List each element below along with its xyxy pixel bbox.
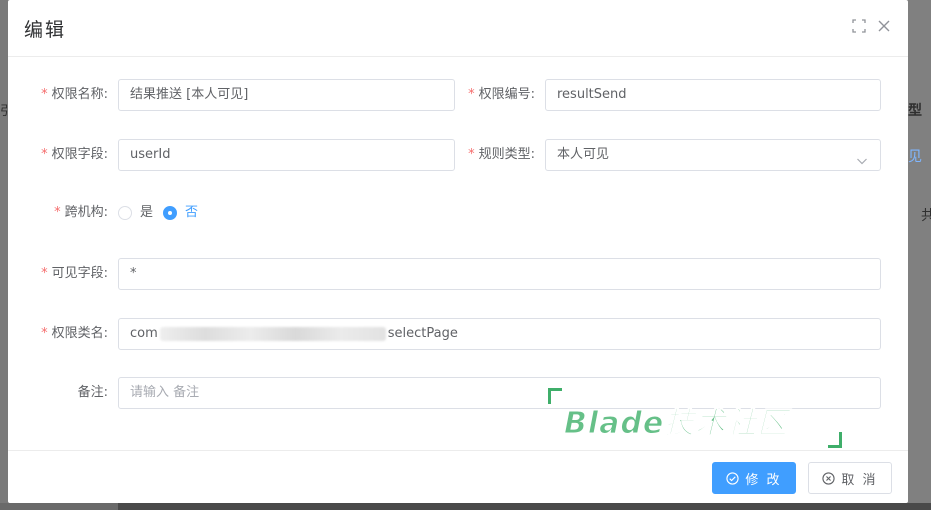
permission-name-label: * 权限名称: [41,87,108,102]
rule-type-label: * 规则类型: [468,147,535,162]
radio-unchecked-icon [118,206,132,220]
chevron-down-icon [856,149,868,165]
form-row: * 可见字段: * [8,258,908,290]
permission-name-input[interactable]: 结果推送 [本人可见] [118,79,455,111]
dialog-header: 编辑 [8,0,908,57]
edit-dialog: 编辑 * 权限名称: 结果推送 [本人可见] * 权限编号: resultSend … [8,0,908,503]
watermark: Blade技术社区 [548,388,848,450]
class-name-label: * 权限类名: [41,326,108,341]
background-right-strip: 型 见 共 [908,0,931,510]
rule-type-value: 本人可见 [557,147,610,162]
class-name-input[interactable]: com selectPage [118,318,881,350]
permission-field-input[interactable]: userId [118,139,455,171]
permission-field-label: * 权限字段: [41,147,108,162]
close-icon[interactable] [876,18,892,34]
watermark-bracket [548,388,562,404]
background-bottom-dark [118,503,931,510]
background-text: 共 [921,208,931,224]
redacted-text [159,326,386,341]
cross-org-radio-yes[interactable]: 是 [118,197,153,229]
remark-label: 备注: [77,385,108,400]
close-circle-icon [822,471,836,485]
form-row: * 跨机构: 是 否 [8,197,908,229]
dialog-title: 编辑 [24,19,67,41]
visible-field-input[interactable]: * [118,258,881,290]
radio-checked-icon [163,206,177,220]
cancel-button[interactable]: 取 消 [808,462,892,494]
watermark-text: Blade技术社区 [563,406,789,442]
cross-org-label: * 跨机构: [54,205,108,220]
visible-field-label: * 可见字段: [41,266,108,281]
watermark-bracket [828,432,842,448]
dialog-footer: 修 改 取 消 [8,450,908,503]
permission-code-input[interactable]: resultSend [545,79,881,111]
rule-type-select[interactable]: 本人可见 [545,139,881,171]
form-row: * 权限类名: com selectPage [8,318,908,350]
check-circle-icon [726,471,740,485]
submit-button[interactable]: 修 改 [712,462,796,494]
background-text: 见 [908,149,922,165]
permission-code-label: * 权限编号: [468,87,535,102]
cross-org-radio-no[interactable]: 否 [163,197,198,229]
background-text: 型 [908,103,922,119]
form-row: * 权限字段: userId * 规则类型: 本人可见 [8,139,908,171]
form-row: * 权限名称: 结果推送 [本人可见] * 权限编号: resultSend [8,79,908,111]
fullscreen-icon[interactable] [851,18,867,34]
